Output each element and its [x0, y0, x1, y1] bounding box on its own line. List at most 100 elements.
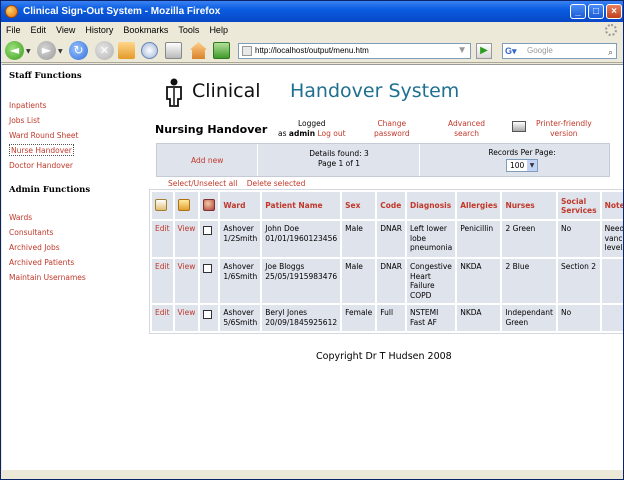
printer-icon[interactable]	[512, 121, 526, 132]
printer-friendly-line1: Printer-friendly	[536, 119, 592, 128]
view-link[interactable]: View	[174, 259, 199, 303]
row-checkbox[interactable]	[203, 226, 213, 235]
edit-link[interactable]: Edit	[152, 259, 173, 303]
printer-friendly-line2: version	[550, 129, 578, 138]
admin-functions-heading: Admin Functions	[9, 185, 91, 195]
menu-edit[interactable]: Edit	[26, 22, 52, 38]
selection-actions: Select/Unselect all Delete selected	[168, 179, 312, 188]
url-text: http://localhost/output/menu.htm	[255, 46, 369, 55]
sidebar-item-consultants[interactable]: Consultants	[9, 225, 109, 240]
home-icon[interactable]	[190, 42, 207, 59]
records-toolbar: Add new Details found: 3 Page 1 of 1 Rec…	[156, 143, 610, 177]
change-password-line2: password	[374, 129, 410, 138]
code-cell: Full	[377, 305, 405, 331]
google-icon[interactable]: G▾	[505, 45, 517, 57]
search-input[interactable]: G▾ Google ⌕	[502, 43, 617, 59]
code-cell: DNAR	[377, 259, 405, 303]
delete-selected-link[interactable]: Delete selected	[247, 179, 306, 188]
as-label: as	[278, 129, 287, 138]
view-icon[interactable]	[177, 198, 190, 211]
print-icon[interactable]	[165, 42, 182, 59]
search-icon[interactable]: ⌕	[608, 45, 613, 59]
column-header-ward[interactable]: Ward	[220, 192, 261, 219]
ward-cell: Ashover 5/6Smith	[220, 305, 261, 331]
logout-link[interactable]: Log out	[317, 129, 345, 138]
throbber-icon	[605, 24, 617, 36]
sidebar-item-ward-round-sheet[interactable]: Ward Round Sheet	[9, 128, 109, 143]
menu-help[interactable]: Help	[204, 22, 233, 38]
sidebar-item-wards[interactable]: Wards	[9, 210, 109, 225]
view-link[interactable]: View	[174, 221, 199, 257]
url-bar[interactable]: http://localhost/output/menu.htm ▼	[238, 43, 471, 59]
patient-dob-id: 01/01/1960123456	[265, 233, 338, 243]
close-button[interactable]: ×	[606, 4, 622, 19]
column-header-sex[interactable]: Sex	[342, 192, 376, 219]
dropdown-icon[interactable]: ▼	[457, 44, 467, 58]
patient-name: Beryl Jones	[265, 308, 308, 317]
change-password-link[interactable]: Change password	[374, 119, 410, 139]
chevron-down-icon[interactable]: ▼	[527, 160, 537, 171]
menu-history[interactable]: History	[80, 22, 118, 38]
reload-button[interactable]: ↻	[69, 41, 88, 60]
notes-cell	[601, 259, 623, 303]
bookmark-icon[interactable]	[118, 42, 135, 59]
add-new-link[interactable]: Add new	[191, 156, 223, 165]
go-button[interactable]: ▶	[476, 43, 492, 59]
diagnosis-line: NSTEMI	[409, 308, 439, 317]
edit-link[interactable]: Edit	[152, 305, 173, 331]
sidebar-item-doctor-handover[interactable]: Doctor Handover	[9, 158, 109, 173]
details-summary: Details found: 3 Page 1 of 1	[259, 149, 419, 169]
sidebar-item-jobs-list[interactable]: Jobs List	[9, 113, 109, 128]
sidebar-item-inpatients[interactable]: Inpatients	[9, 98, 109, 113]
forward-history-dropdown[interactable]: ▼	[58, 48, 63, 55]
diagnosis-line: lobe	[409, 233, 427, 243]
diagnosis-line: Congestive	[409, 262, 452, 271]
menu-file[interactable]: File	[1, 22, 26, 38]
row-checkbox[interactable]	[203, 310, 213, 319]
download-icon[interactable]	[213, 42, 230, 59]
back-history-dropdown[interactable]: ▼	[26, 48, 31, 55]
logo-word-handover: Handover System	[290, 80, 460, 102]
sidebar-item-archived-jobs[interactable]: Archived Jobs	[9, 240, 109, 255]
window-title: Clinical Sign-Out System - Mozilla Firef…	[23, 6, 221, 17]
records-per-page-select[interactable]: 100 ▼	[506, 159, 538, 172]
nurses-cell: 2 Green	[502, 221, 556, 257]
page-info: Page 1 of 1	[317, 159, 361, 168]
printer-friendly-link[interactable]: Printer-friendly version	[536, 119, 592, 139]
select-all-link[interactable]: Select/Unselect all	[168, 179, 237, 188]
history-icon[interactable]	[141, 42, 158, 59]
row-checkbox[interactable]	[203, 264, 213, 273]
edit-link[interactable]: Edit	[152, 221, 173, 257]
forward-button[interactable]: ►	[37, 41, 56, 60]
user-icon[interactable]	[203, 198, 216, 211]
column-header-notes[interactable]: Notes	[601, 192, 623, 219]
column-header-patient-name[interactable]: Patient Name	[262, 192, 341, 219]
menu-bookmarks[interactable]: Bookmarks	[118, 22, 173, 38]
allergies-cell: NKDA	[457, 305, 501, 331]
minimize-button[interactable]: _	[570, 4, 586, 19]
table-header-row: Ward Patient Name Sex Code Diagnosis All…	[152, 192, 623, 219]
nurses-line: Independant	[505, 308, 553, 317]
column-header-nurses[interactable]: Nurses	[502, 192, 556, 219]
column-header-code[interactable]: Code	[377, 192, 405, 219]
view-link[interactable]: View	[174, 305, 199, 331]
diagnosis-line: Fast AF	[409, 317, 437, 327]
allergies-cell: NKDA	[457, 259, 501, 303]
sidebar-item-nurse-handover[interactable]: Nurse Handover	[9, 144, 74, 156]
maximize-button[interactable]: □	[588, 4, 604, 19]
column-header-diagnosis[interactable]: Diagnosis	[406, 192, 456, 219]
sidebar-item-archived-patients[interactable]: Archived Patients	[9, 255, 109, 270]
back-button[interactable]: ◄	[5, 41, 24, 60]
sex-cell: Male	[342, 221, 376, 257]
edit-icon[interactable]	[155, 198, 167, 211]
stop-button[interactable]: ✕	[95, 41, 114, 60]
menu-tools[interactable]: Tools	[173, 22, 204, 38]
sidebar-item-maintain-usernames[interactable]: Maintain Usernames	[9, 270, 109, 285]
column-header-allergies[interactable]: Allergies	[457, 192, 501, 219]
column-header-social-services[interactable]: Social Services	[557, 192, 600, 219]
advanced-search-link[interactable]: Advanced search	[448, 119, 485, 139]
records-per-page-label: Records Per Page:	[488, 148, 556, 157]
notes-line: vancomycin	[604, 233, 623, 243]
menu-view[interactable]: View	[51, 22, 80, 38]
notes-line: levels daily	[604, 243, 623, 252]
